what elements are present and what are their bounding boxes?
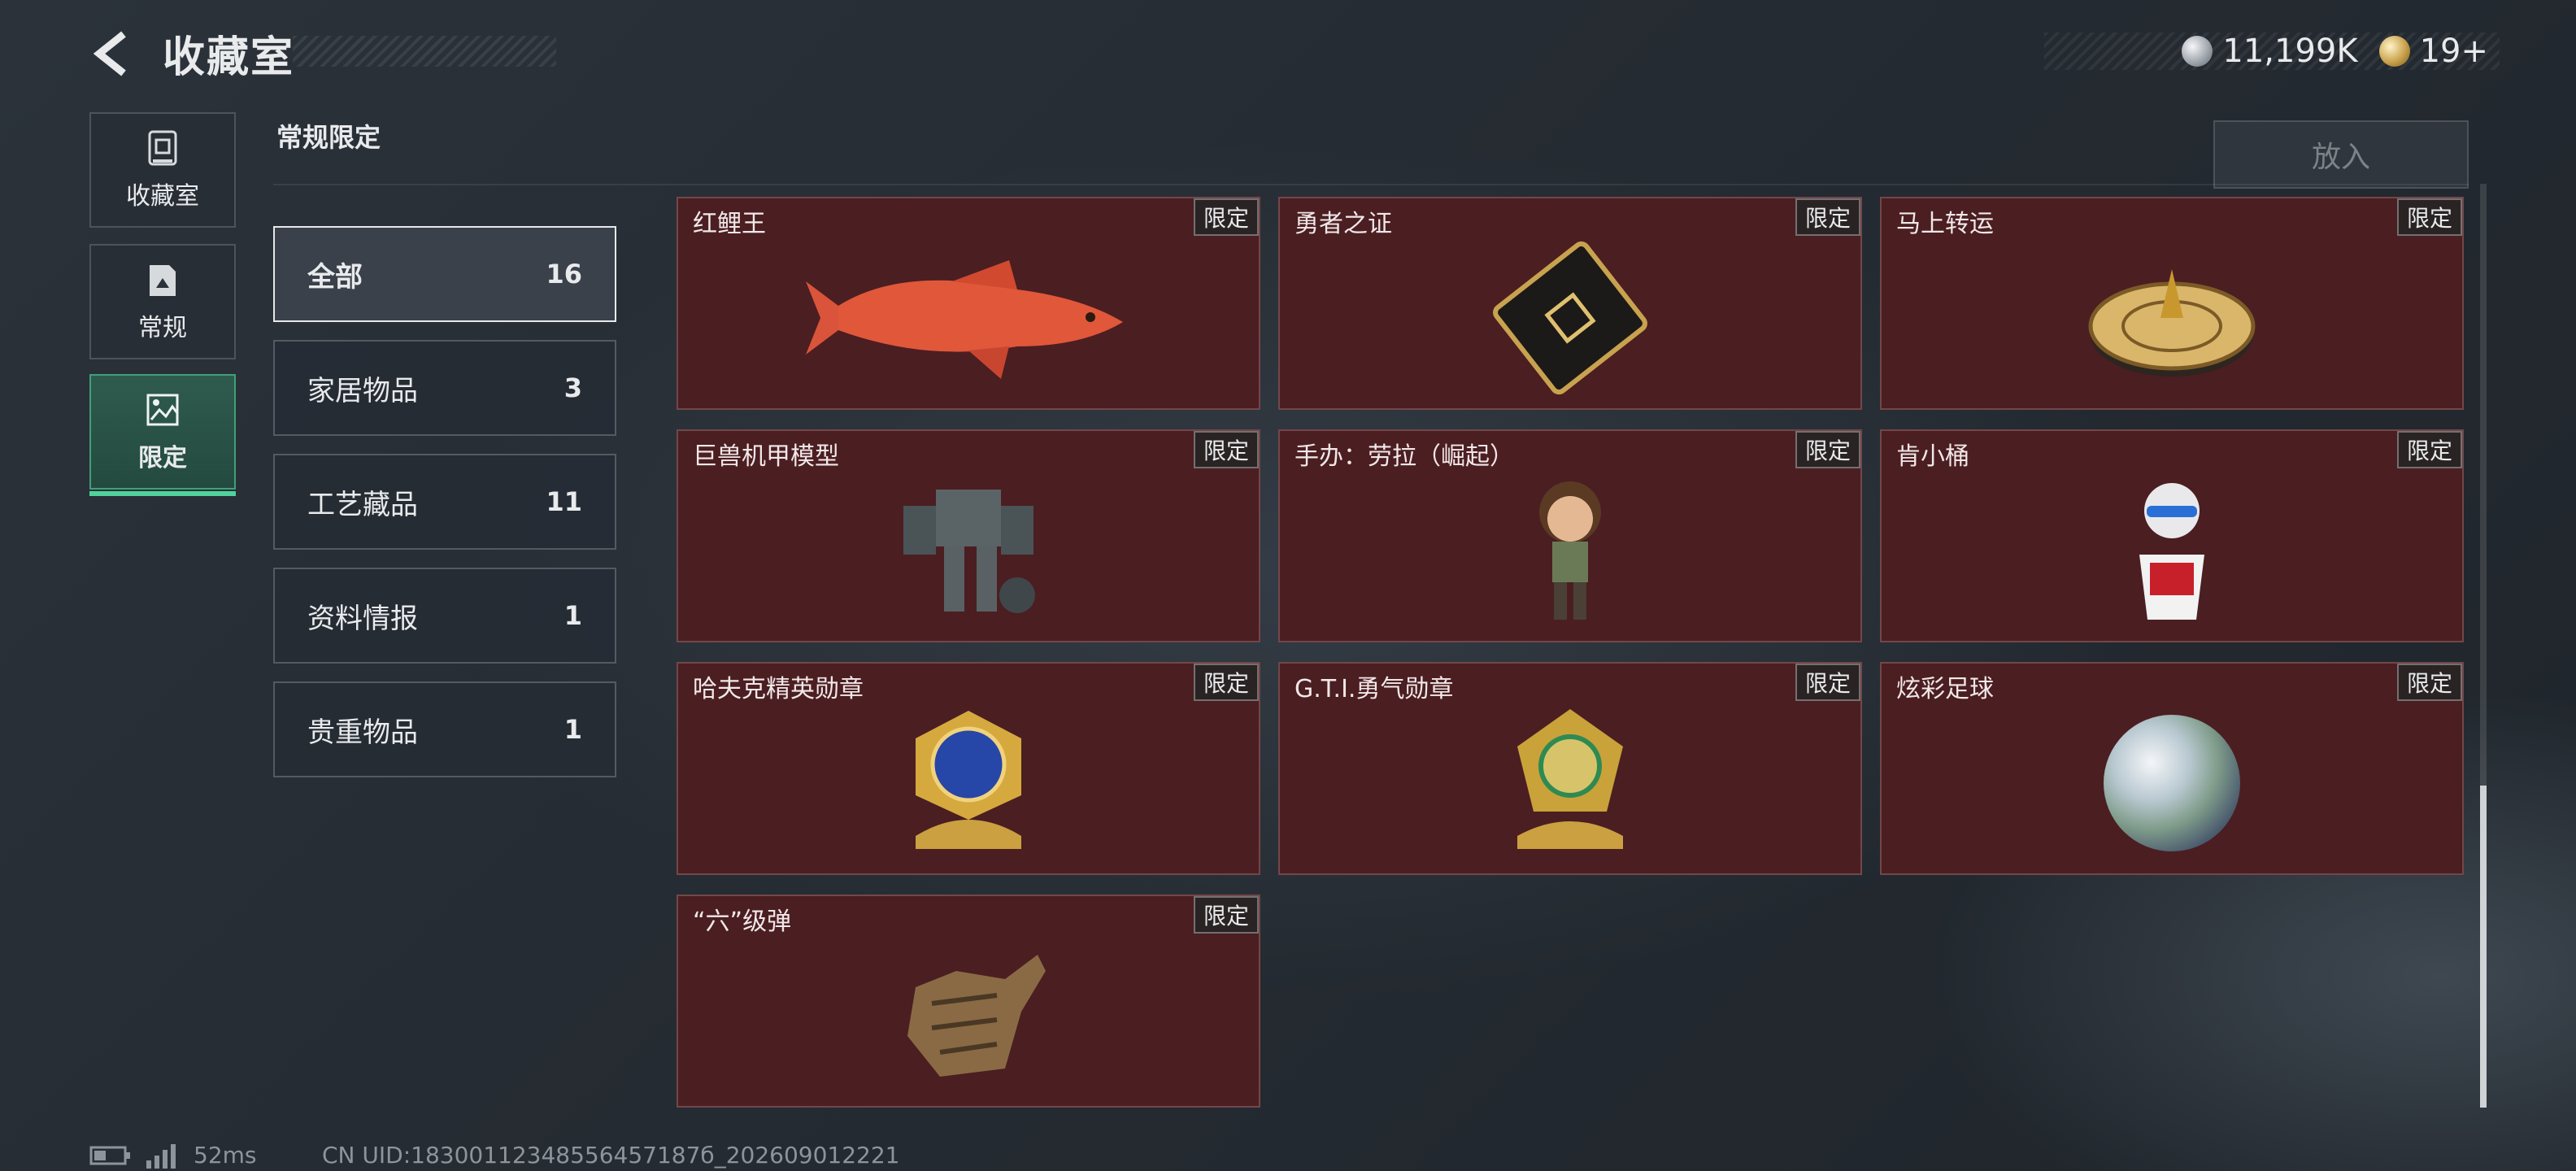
item-name: 马上转运: [1896, 210, 1994, 238]
bullet-hand-icon: [907, 955, 1046, 1077]
item-card[interactable]: 马上转运 限定: [1880, 197, 2464, 410]
document-icon: [150, 265, 176, 296]
item-card[interactable]: 炫彩足球 限定: [1880, 662, 2464, 875]
item-card[interactable]: 巨兽机甲模型 限定: [677, 429, 1260, 642]
lara-figure-icon: [1539, 481, 1601, 620]
limited-badge: 限定: [2397, 198, 2462, 236]
category-home[interactable]: 家居物品 3: [273, 340, 616, 436]
currency-bar: 11,199K 19+: [2044, 33, 2500, 70]
battery-icon: [89, 1146, 130, 1164]
koi-fish-icon: [806, 260, 1123, 379]
limited-badge: 限定: [1194, 664, 1259, 701]
gold-currency-value: 19+: [2419, 33, 2488, 70]
item-image: [1882, 236, 2462, 400]
nav-limited[interactable]: 限定: [89, 374, 236, 496]
ping-value: 52ms: [194, 1142, 257, 1169]
item-name: 手办：劳拉（崛起）: [1295, 442, 1514, 471]
bucket-figure-icon: [2139, 483, 2204, 620]
category-all[interactable]: 全部 16: [273, 226, 616, 322]
category-intel[interactable]: 资料情报 1: [273, 568, 616, 664]
signal-icon: [146, 1143, 176, 1169]
category-count: 11: [546, 486, 582, 517]
user-uid: CN UID:18300112348556457187б_20260901222…: [322, 1142, 900, 1169]
category-count: 3: [564, 372, 582, 403]
item-name: 炫彩足球: [1896, 675, 1994, 703]
silver-currency-value: 11,199K: [2222, 33, 2358, 70]
scrollbar-thumb[interactable]: [2480, 786, 2487, 1108]
limited-badge: 限定: [2397, 664, 2462, 701]
page-title: 收藏室: [163, 33, 295, 82]
fortune-wheel-icon: [2088, 269, 2256, 377]
item-card[interactable]: 红鲤王 限定: [677, 197, 1260, 410]
item-card[interactable]: 勇者之证 限定: [1278, 197, 1862, 410]
iridescent-ball-icon: [2104, 715, 2240, 851]
nav-regular[interactable]: 常规: [89, 244, 236, 359]
category-label: 全部: [307, 260, 363, 294]
put-in-button[interactable]: 放入: [2213, 120, 2469, 189]
item-image: [678, 236, 1259, 400]
category-label: 家居物品: [307, 374, 418, 407]
limited-badge: 限定: [2397, 431, 2462, 468]
item-card[interactable]: “六”级弹 限定: [677, 895, 1260, 1108]
category-craft[interactable]: 工艺藏品 11: [273, 454, 616, 550]
item-image: [1882, 468, 2462, 633]
item-image: [1280, 701, 1860, 865]
item-card[interactable]: 手办：劳拉（崛起） 限定: [1278, 429, 1862, 642]
item-image: [678, 934, 1259, 1098]
limited-badge: 限定: [1795, 664, 1860, 701]
item-card[interactable]: G.T.I.勇气勋章 限定: [1278, 662, 1862, 875]
item-name: 哈夫克精英勋章: [693, 675, 864, 703]
item-name: 巨兽机甲模型: [693, 442, 839, 471]
category-valuables[interactable]: 贵重物品 1: [273, 681, 616, 777]
category-label: 贵重物品: [307, 716, 418, 749]
item-image: [678, 468, 1259, 633]
item-card[interactable]: 哈夫克精英勋章 限定: [677, 662, 1260, 875]
gti-medal-icon: [1517, 709, 1623, 849]
haavk-medal-icon: [916, 711, 1021, 849]
item-name: G.T.I.勇气勋章: [1295, 675, 1454, 703]
limited-badge: 限定: [1194, 431, 1259, 468]
item-image: [678, 701, 1259, 865]
item-card[interactable]: 肯小桶 限定: [1880, 429, 2464, 642]
silver-coin-icon: [2182, 36, 2213, 67]
brave-card-icon: [1493, 241, 1647, 395]
limited-badge: 限定: [1795, 198, 1860, 236]
nav-label: 收藏室: [126, 182, 199, 211]
limited-badge: 限定: [1194, 896, 1259, 934]
status-footer: 52ms: [89, 1142, 257, 1169]
item-name: 肯小桶: [1896, 442, 1969, 471]
category-count: 1: [564, 600, 582, 631]
gold-coin-icon: [2378, 36, 2410, 67]
nav-vault[interactable]: 收藏室: [89, 112, 236, 228]
section-title: 常规限定: [276, 122, 381, 153]
vault-icon: [148, 130, 177, 166]
item-name: 红鲤王: [693, 210, 766, 238]
nav-label: 限定: [138, 444, 187, 472]
limited-badge: 限定: [1795, 431, 1860, 468]
silver-currency[interactable]: 11,199K: [2182, 33, 2358, 70]
category-label: 资料情报: [307, 602, 418, 635]
item-image: [1882, 701, 2462, 865]
gold-currency[interactable]: 19+: [2378, 33, 2488, 70]
limited-badge: 限定: [1194, 198, 1259, 236]
back-arrow-icon[interactable]: [88, 29, 137, 78]
scrollbar[interactable]: [2480, 184, 2487, 1108]
title-decoration: [293, 36, 556, 67]
item-image: [1280, 236, 1860, 400]
category-label: 工艺藏品: [307, 488, 418, 521]
grid-top-divider: [273, 184, 2469, 185]
nav-label: 常规: [138, 314, 187, 342]
category-count: 1: [564, 714, 582, 745]
item-name: 勇者之证: [1295, 210, 1392, 238]
item-image: [1280, 468, 1860, 633]
item-name: “六”级弹: [693, 908, 792, 936]
image-icon: [146, 394, 179, 426]
category-count: 16: [546, 259, 582, 289]
mech-model-icon: [903, 490, 1035, 613]
